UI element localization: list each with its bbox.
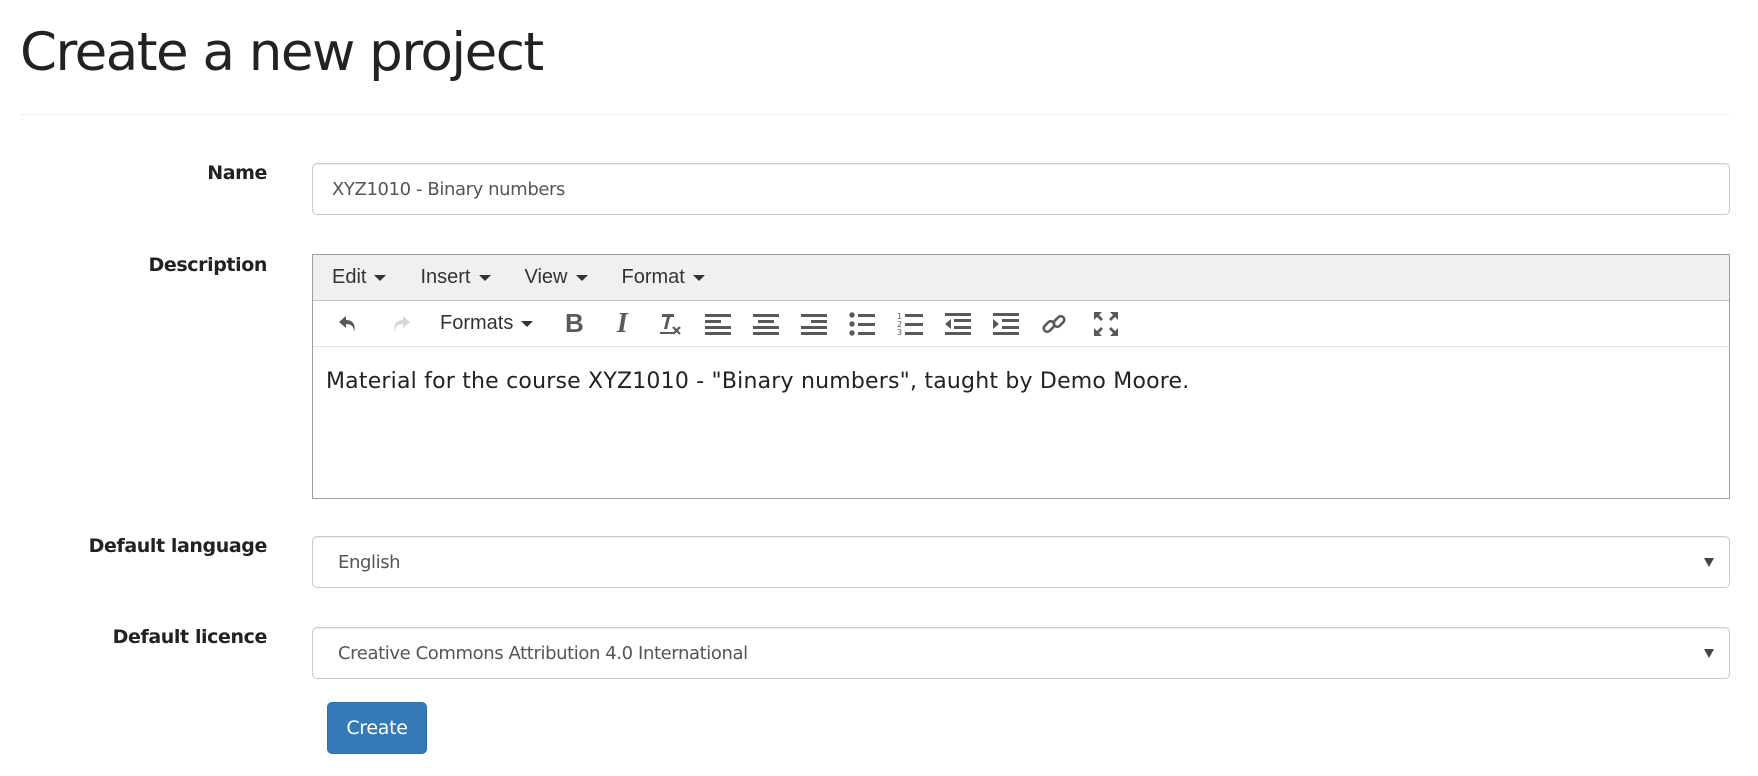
editor-menubar: Edit Insert View Format: [313, 255, 1729, 301]
menu-format-label: Format: [621, 266, 685, 288]
formats-dropdown[interactable]: Formats: [440, 312, 534, 335]
description-editor: Edit Insert View Format Formats B I 1 2 …: [312, 254, 1730, 499]
align-right-button[interactable]: [797, 307, 831, 341]
formats-label: Formats: [440, 312, 514, 334]
default-licence-select[interactable]: Creative Commons Attribution 4.0 Interna…: [312, 627, 1730, 679]
align-center-icon: [753, 313, 780, 335]
redo-button[interactable]: [384, 307, 418, 341]
outdent-button[interactable]: [941, 307, 975, 341]
caret-down-icon: [575, 274, 588, 281]
align-left-icon: [705, 313, 732, 335]
indent-button[interactable]: [989, 307, 1023, 341]
link-icon: [1042, 314, 1066, 333]
description-content[interactable]: Material for the course XYZ1010 - "Binar…: [313, 347, 1729, 416]
default-language-label: Default language: [88, 535, 268, 557]
menu-view[interactable]: View: [525, 266, 588, 289]
indent-icon: [993, 312, 1020, 335]
numbered-list-button[interactable]: 123: [893, 307, 927, 341]
page-title: Create a new project: [20, 22, 544, 83]
menu-edit-label: Edit: [332, 266, 367, 288]
description-label: Description: [148, 254, 268, 276]
undo-icon: [339, 315, 355, 332]
align-center-button[interactable]: [749, 307, 783, 341]
redo-icon: [394, 315, 410, 332]
default-language-value: English: [338, 551, 401, 573]
numbered-list-icon: 123: [897, 312, 924, 336]
italic-button[interactable]: I: [605, 307, 639, 341]
default-licence-value: Creative Commons Attribution 4.0 Interna…: [338, 642, 748, 664]
name-label: Name: [207, 162, 267, 184]
menu-insert-label: Insert: [420, 266, 471, 288]
create-button[interactable]: Create: [327, 702, 427, 754]
name-input-value: XYZ1010 - Binary numbers: [332, 178, 565, 200]
title-divider: [20, 114, 1730, 115]
editor-toolbar: Formats B I 123: [313, 301, 1729, 347]
outdent-icon: [945, 312, 972, 335]
fullscreen-icon: [1094, 311, 1119, 336]
italic-icon: I: [616, 307, 628, 339]
caret-down-icon: [521, 320, 534, 327]
bold-button[interactable]: B: [557, 307, 591, 341]
dropdown-arrow-icon: [1704, 648, 1714, 658]
name-input[interactable]: XYZ1010 - Binary numbers: [312, 163, 1730, 215]
default-licence-label: Default licence: [112, 626, 268, 648]
menu-edit[interactable]: Edit: [332, 266, 387, 289]
caret-down-icon: [374, 274, 387, 281]
fullscreen-button[interactable]: [1089, 307, 1123, 341]
menu-insert[interactable]: Insert: [420, 266, 491, 289]
align-left-button[interactable]: [701, 307, 735, 341]
bullet-list-button[interactable]: [845, 307, 879, 341]
svg-text:3: 3: [897, 328, 902, 336]
description-text: Material for the course XYZ1010 - "Binar…: [326, 369, 1190, 394]
align-right-icon: [801, 313, 828, 335]
menu-format[interactable]: Format: [622, 266, 705, 289]
link-button[interactable]: [1037, 307, 1071, 341]
undo-button[interactable]: [331, 307, 365, 341]
dropdown-arrow-icon: [1704, 557, 1714, 567]
caret-down-icon: [478, 274, 491, 281]
menu-view-label: View: [524, 266, 568, 288]
caret-down-icon: [692, 274, 705, 281]
default-language-select[interactable]: English: [312, 536, 1730, 588]
clear-formatting-button[interactable]: [653, 307, 687, 341]
bullet-list-icon: [849, 311, 876, 336]
clear-formatting-icon: [660, 313, 682, 335]
bold-icon: B: [564, 308, 584, 338]
